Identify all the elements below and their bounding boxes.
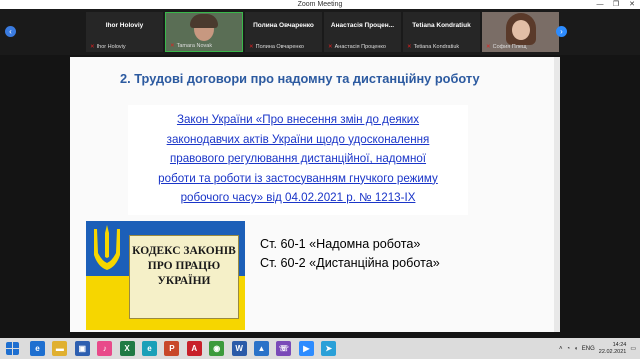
muted-mic-icon: ✕	[170, 43, 175, 49]
labor-code-title-line: КОДЕКС ЗАКОНІВ	[132, 245, 236, 257]
close-button[interactable]: ✕	[624, 0, 640, 9]
clock-date: 22.02.2021	[598, 348, 627, 355]
muted-mic-icon: ✕	[90, 44, 95, 50]
labor-code-title-line: УКРАЇНИ	[157, 275, 211, 287]
labor-code-image: КОДЕКС ЗАКОНІВ ПРО ПРАЦЮ УКРАЇНИ	[86, 221, 245, 330]
participant-label-text: Полина Овчаренко	[255, 44, 304, 50]
photos-icon[interactable]: ▲	[254, 341, 269, 356]
participant-label: ✕ София Плещ	[486, 44, 527, 50]
muted-mic-icon: ✕	[407, 44, 412, 50]
participant-tile-4[interactable]: Анастасія Процен... ✕ Анастасія Проценко	[324, 12, 401, 52]
participant-tile-1[interactable]: Ihor Holoviy ✕ Ihor Holoviy	[86, 12, 163, 52]
participant-label-text: София Плещ	[492, 44, 527, 50]
slide-edge	[554, 57, 560, 332]
clock-time: 14:24	[612, 341, 627, 348]
word-icon[interactable]: W	[231, 341, 247, 356]
muted-mic-icon: ✕	[249, 44, 254, 50]
participant-tile-5[interactable]: Tetiana Kondratiuk ✕ Tetiana Kondratiuk	[403, 12, 480, 52]
article-item: Ст. 60-1 «Надомна робота»	[260, 237, 421, 251]
participant-gallery: ‹ Ihor Holoviy ✕ Ihor Holoviy ✕ Tamara Nov…	[0, 9, 640, 55]
window-controls: — ❐ ✕	[592, 0, 640, 9]
participant-name: Анастасія Процен...	[330, 22, 395, 29]
edge-legacy-icon[interactable]: e	[30, 341, 45, 356]
article-list: Ст. 60-1 «Надомна робота» Ст. 60-2 «Дист…	[260, 235, 440, 273]
law-line: законодавчих актів України щодо удоскона…	[166, 132, 430, 146]
shared-screen: 2. Трудові договори про надомну та диста…	[0, 55, 640, 338]
taskbar-clock[interactable]: 14:24 22.02.2021	[599, 342, 627, 356]
acrobat-icon[interactable]: A	[186, 341, 202, 356]
presentation-slide: 2. Трудові договори про надомну та диста…	[70, 57, 560, 332]
law-line: Закон України «Про внесення змін до деяк…	[176, 113, 420, 126]
participant-label: ✕ Ihor Holoviy	[90, 44, 126, 50]
participant-label: ✕ Tetiana Kondratiuk	[407, 44, 459, 50]
participant-label-text: Tamara Novak	[176, 43, 213, 49]
slide-heading: 2. Трудові договори про надомну та диста…	[120, 71, 480, 86]
muted-mic-icon: ✕	[328, 44, 333, 50]
notifications-icon[interactable]: ▭	[630, 345, 636, 352]
store-icon[interactable]: ▣	[74, 341, 90, 356]
labor-code-title-line: ПРО ПРАЦЮ	[147, 260, 221, 272]
participant-video-hair	[190, 14, 218, 28]
title-bar: Zoom Meeting — ❐ ✕	[0, 0, 640, 9]
law-line: робочого часу» від 04.02.2021 р. № 1213-…	[180, 191, 416, 205]
language-indicator[interactable]: ENG	[582, 346, 595, 352]
participant-name: Tetiana Kondratiuk	[412, 22, 471, 29]
system-tray: ˄ ◔ ◖ ENG 14:24 22.02.2021 ▭	[559, 340, 636, 357]
zoom-window: Zoom Meeting — ❐ ✕ ‹ Ihor Holoviy ✕ Ihor …	[0, 0, 640, 359]
law-line: правового регулювання дистанційної, надо…	[169, 152, 427, 166]
participant-label: ✕ Анастасія Проценко	[328, 44, 386, 50]
chrome-icon[interactable]: ◉	[209, 341, 225, 356]
law-reference-box: Закон України «Про внесення змін до деяк…	[128, 105, 468, 215]
window-title: Zoom Meeting	[297, 1, 343, 8]
labor-code-title: КОДЕКС ЗАКОНІВ ПРО ПРАЦЮ УКРАЇНИ	[130, 244, 238, 289]
zoom-icon[interactable]: ▶	[298, 341, 314, 356]
file-explorer-icon[interactable]: ▬	[52, 341, 68, 356]
itunes-icon[interactable]: ♪	[97, 341, 113, 356]
powerpoint-icon[interactable]: P	[164, 341, 180, 356]
gallery-prev-arrow-icon[interactable]: ‹	[5, 26, 16, 37]
gallery-next-arrow-icon[interactable]: ›	[556, 26, 567, 37]
windows-taskbar: e ▬ ▣ ♪ Xe P A ◉ W ▲ ☏ ▶ ➤ ˄ ◔ ◖ ENG 14:24 22.02.202…	[0, 338, 640, 359]
participant-tile-6[interactable]: ✕ София Плещ	[482, 12, 559, 52]
windows-start-icon[interactable]	[6, 342, 19, 355]
participant-label-text: Ihor Holoviy	[96, 44, 126, 50]
trident-icon	[94, 225, 120, 270]
excel-icon[interactable]: X	[119, 341, 135, 356]
participant-video-face	[512, 20, 530, 40]
participant-label: ✕ Tamara Novak	[170, 43, 212, 49]
article-item: Ст. 60-2 «Дистанційна робота»	[260, 256, 440, 270]
law-reference-text: Закон України «Про внесення змін до деяк…	[128, 110, 468, 208]
muted-mic-icon: ✕	[486, 44, 491, 50]
participant-label: ✕ Полина Овчаренко	[249, 44, 304, 50]
maximize-button[interactable]: ❐	[608, 0, 624, 9]
participant-tile-3[interactable]: Полина Овчаренко ✕ Полина Овчаренко	[245, 12, 322, 52]
minimize-button[interactable]: —	[592, 0, 608, 9]
telegram-icon[interactable]: ➤	[321, 341, 337, 356]
labor-code-plate: КОДЕКС ЗАКОНІВ ПРО ПРАЦЮ УКРАЇНИ	[129, 235, 239, 319]
viber-icon[interactable]: ☏	[276, 341, 292, 356]
tray-chevron-icon[interactable]: ˄	[559, 346, 563, 352]
participant-label-text: Tetiana Kondratiuk	[413, 44, 460, 50]
participant-name: Полина Овчаренко	[253, 22, 314, 29]
participant-name: Ihor Holoviy	[105, 22, 144, 29]
network-icon[interactable]: ◔	[567, 346, 571, 352]
edge-icon[interactable]: e	[142, 341, 157, 356]
volume-icon[interactable]: ◖	[574, 346, 578, 352]
participant-label-text: Анастасія Проценко	[334, 44, 386, 50]
law-line: роботи та роботи із застосуванням гнучко…	[158, 171, 438, 185]
participant-tile-2[interactable]: ✕ Tamara Novak	[165, 12, 243, 52]
